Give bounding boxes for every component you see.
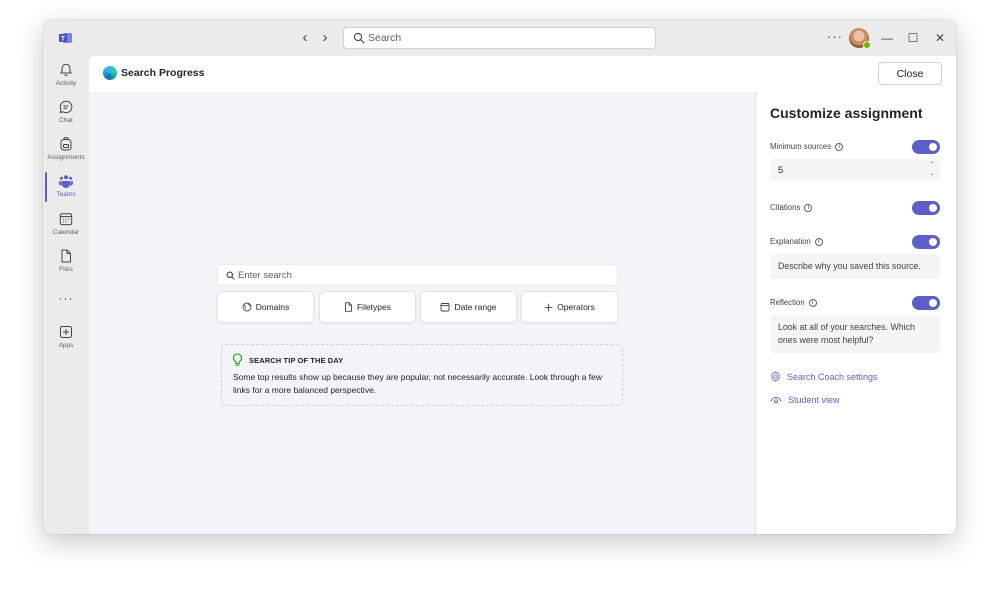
document-icon xyxy=(345,302,352,312)
toggle-knob xyxy=(929,238,937,246)
add-square-icon xyxy=(60,326,72,338)
rail-label: Calendar xyxy=(52,229,80,236)
app-header: Search Progress Close xyxy=(89,56,956,92)
toggle-knob xyxy=(929,204,937,212)
panel-title: Customize assignment xyxy=(770,105,923,121)
rail-item-files[interactable]: Files xyxy=(43,248,89,284)
tip-title: SEARCH TIP OF THE DAY xyxy=(249,356,344,365)
maximize-button[interactable]: ☐ xyxy=(905,29,921,47)
link-label: Student view xyxy=(788,395,840,405)
page-title: Search Progress xyxy=(121,67,205,79)
forward-button[interactable]: › xyxy=(317,29,333,47)
reflection-prompt-field[interactable]: Look at all of your searches. Which ones… xyxy=(770,315,940,353)
calendar-icon xyxy=(441,303,450,312)
domains-button[interactable]: Domains xyxy=(217,291,314,323)
info-icon[interactable]: i xyxy=(835,142,844,151)
operators-button[interactable]: Operators xyxy=(521,291,618,323)
search-canvas: Domains Filetypes Date range xyxy=(89,92,755,534)
rail-item-assignments[interactable]: Assignments xyxy=(43,136,89,172)
filetypes-button[interactable]: Filetypes xyxy=(319,291,416,323)
minimum-sources-stepper[interactable]: ⌃ ⌄ xyxy=(770,159,940,181)
filter-label: Filetypes xyxy=(356,302,391,312)
rail-label: Assignments xyxy=(47,154,85,161)
chat-icon xyxy=(59,100,73,114)
info-icon[interactable]: i xyxy=(804,203,813,212)
filter-label: Date range xyxy=(454,302,497,312)
rail-label: Chat xyxy=(59,117,73,124)
eye-icon xyxy=(770,396,782,404)
teams-window: T ‹ › ··· — ☐ ✕ Activity xyxy=(43,20,956,534)
plus-icon xyxy=(544,303,553,311)
search-icon xyxy=(226,271,235,280)
setting-label-text: Reflection xyxy=(770,298,805,307)
rail-label: Activity xyxy=(55,80,77,87)
setting-label-text: Explanation xyxy=(770,237,811,246)
reflection-toggle[interactable] xyxy=(912,296,940,310)
toggle-knob xyxy=(929,299,937,307)
toggle-knob xyxy=(929,143,937,151)
search-tip-card: SEARCH TIP OF THE DAY Some top results s… xyxy=(221,344,623,406)
backpack-icon xyxy=(60,137,72,151)
title-bar: T ‹ › ··· — ☐ ✕ xyxy=(43,20,956,56)
minimum-sources-label: Minimum sources i xyxy=(770,142,844,151)
minimum-sources-input[interactable] xyxy=(778,159,918,181)
gear-icon xyxy=(771,371,780,382)
search-icon xyxy=(353,32,365,44)
setting-label-text: Citations xyxy=(770,203,801,212)
close-window-button[interactable]: ✕ xyxy=(932,29,948,47)
customize-assignment-panel: Customize assignment Minimum sources i ⌃… xyxy=(755,92,956,534)
explanation-prompt-field[interactable]: Describe why you saved this source. xyxy=(770,254,940,279)
svg-text:T: T xyxy=(61,36,65,43)
filter-label: Operators xyxy=(557,302,595,312)
minimum-sources-toggle[interactable] xyxy=(912,140,940,154)
back-button[interactable]: ‹ xyxy=(297,29,313,47)
file-icon xyxy=(61,249,71,263)
enter-search-box[interactable] xyxy=(217,264,618,286)
more-options-button[interactable]: ··· xyxy=(827,29,843,44)
info-icon[interactable]: i xyxy=(808,298,817,307)
rail-item-teams[interactable]: Teams xyxy=(43,173,89,209)
rail-label: Files xyxy=(59,266,73,273)
search-coach-settings-link[interactable]: Search Coach settings xyxy=(770,371,878,382)
chevron-up-icon[interactable]: ⌃ xyxy=(928,161,936,170)
global-search-box[interactable] xyxy=(343,27,656,49)
teams-icon xyxy=(59,175,73,188)
student-view-link[interactable]: Student view xyxy=(770,395,840,405)
rail-label: Apps xyxy=(58,342,74,349)
citations-label: Citations i xyxy=(770,203,813,212)
globe-icon xyxy=(242,302,252,312)
filter-label: Domains xyxy=(255,302,290,312)
rail-item-calendar[interactable]: Calendar xyxy=(43,211,89,247)
global-search-input[interactable] xyxy=(368,28,648,48)
link-label: Search Coach settings xyxy=(787,371,878,382)
rail-label: Teams xyxy=(56,191,76,198)
enter-search-input[interactable] xyxy=(238,265,608,285)
chevron-down-icon[interactable]: ⌄ xyxy=(928,170,936,179)
calendar-icon xyxy=(59,213,73,226)
reflection-label: Reflection i xyxy=(770,298,817,307)
minimize-button[interactable]: — xyxy=(879,29,895,47)
explanation-toggle[interactable] xyxy=(912,235,940,249)
close-button[interactable]: Close xyxy=(878,62,942,85)
more-apps-button[interactable]: ··· xyxy=(43,291,89,305)
setting-label-text: Minimum sources xyxy=(770,142,832,151)
date-range-button[interactable]: Date range xyxy=(420,291,517,323)
rail-item-chat[interactable]: Chat xyxy=(43,99,89,135)
rail-item-activity[interactable]: Activity xyxy=(43,62,89,98)
bell-icon xyxy=(60,63,72,77)
app-rail: Activity Chat Assignments Teams Calendar… xyxy=(43,56,89,534)
lightbulb-icon xyxy=(232,353,243,366)
stepper-arrows[interactable]: ⌃ ⌄ xyxy=(928,161,936,179)
app-content: Search Progress Close Domains xyxy=(89,56,956,534)
info-icon[interactable]: i xyxy=(814,237,823,246)
tip-text: Some top results show up because they ar… xyxy=(233,372,603,395)
teams-logo-icon: T xyxy=(59,33,72,43)
search-progress-logo-icon xyxy=(103,66,117,80)
rail-item-apps[interactable]: Apps xyxy=(43,324,89,360)
citations-toggle[interactable] xyxy=(912,201,940,215)
explanation-label: Explanation i xyxy=(770,237,823,246)
presence-status-icon xyxy=(863,41,871,49)
